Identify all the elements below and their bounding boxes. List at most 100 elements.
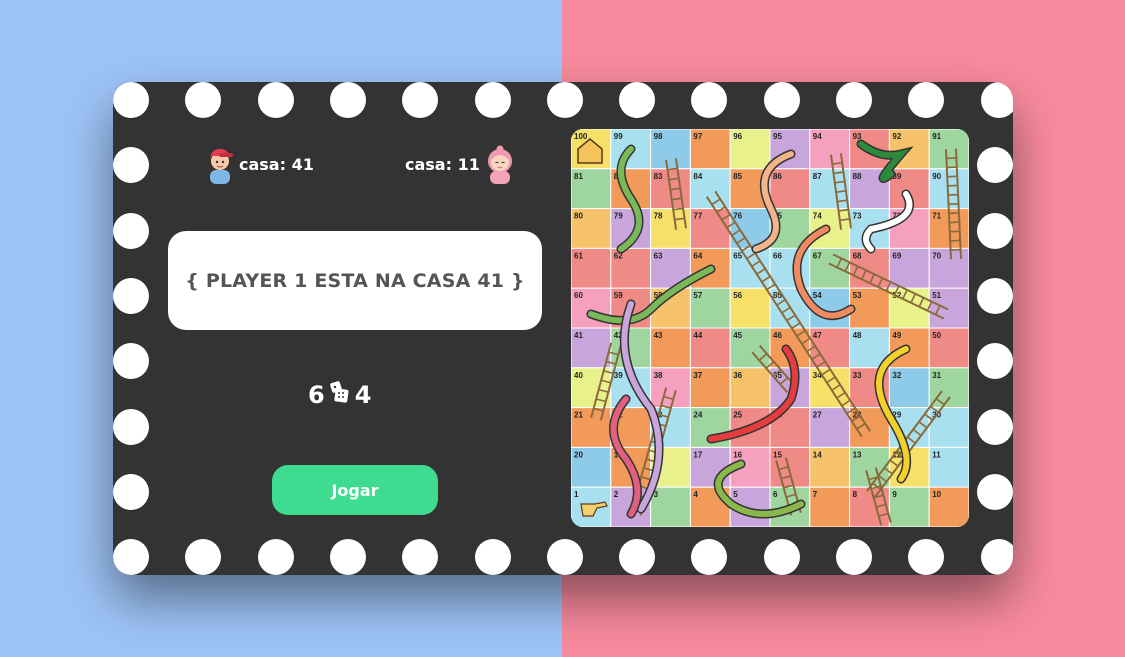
board-cell-number: 84 (693, 172, 702, 181)
board-cell-number: 86 (773, 172, 782, 181)
board-cell-number: 83 (654, 172, 663, 181)
border-dot (185, 82, 222, 118)
dice-icon (329, 380, 351, 410)
play-button[interactable]: Jogar (272, 465, 438, 515)
board-cell-number: 76 (733, 212, 742, 221)
border-dot (977, 277, 1013, 314)
player-2-info: casa: 11 (405, 144, 514, 184)
border-dot (113, 473, 149, 510)
board-cell-number: 88 (853, 172, 862, 181)
board-cell-number: 33 (853, 371, 862, 380)
border-dot (977, 473, 1013, 510)
board-cell-number: 95 (773, 132, 782, 141)
board-cell-number: 79 (614, 212, 623, 221)
board-cell-number: 53 (853, 291, 862, 300)
border-dot (474, 82, 511, 118)
board-cell-number: 27 (813, 411, 822, 420)
board-cell-number: 8 (853, 490, 858, 499)
board-cell-number: 71 (932, 212, 941, 221)
border-dot (402, 82, 439, 118)
board-cell-number: 85 (733, 172, 742, 181)
border-dot (691, 82, 728, 118)
board-cell-number: 2 (614, 490, 619, 499)
status-message: { PLAYER 1 ESTA NA CASA 41 } (168, 231, 542, 330)
border-dot (474, 539, 511, 575)
board-cell-number: 15 (773, 450, 782, 459)
board-cell-number: 100 (574, 132, 588, 141)
border-dot (113, 539, 149, 575)
board-cell-number: 43 (654, 331, 663, 340)
board-cell-number: 70 (932, 251, 941, 260)
board-cell-number: 69 (892, 251, 901, 260)
board-cell-number: 5 (733, 490, 738, 499)
board-cell-number: 1 (574, 490, 579, 499)
border-dot (185, 539, 222, 575)
border-dot (763, 82, 800, 118)
border-dot (113, 408, 149, 445)
border-dot (113, 147, 149, 184)
border-dot (113, 277, 149, 314)
board-cell-number: 91 (932, 132, 941, 141)
board-cell-number: 16 (733, 450, 742, 459)
border-dot (113, 343, 149, 380)
board-cell-number: 31 (932, 371, 941, 380)
board-cell-number: 46 (773, 331, 782, 340)
board-cell-number: 38 (654, 371, 663, 380)
border-dot (908, 539, 945, 575)
board-cell-number: 48 (853, 331, 862, 340)
board-cell-number: 11 (932, 450, 941, 459)
board-cell-number: 81 (574, 172, 583, 181)
board-cell-number: 61 (574, 251, 583, 260)
board-cell-number: 44 (693, 331, 702, 340)
board-cell-number: 25 (733, 411, 742, 420)
board-cell-number: 10 (932, 490, 941, 499)
border-dot (908, 82, 945, 118)
border-dot (836, 539, 872, 575)
boy-avatar-icon (205, 144, 235, 184)
border-dot (977, 212, 1013, 249)
board-cell-number: 96 (733, 132, 742, 141)
board-cell-number: 40 (574, 371, 583, 380)
border-dot (257, 82, 294, 118)
board-cell-number: 36 (733, 371, 742, 380)
board-cell-number: 68 (853, 251, 862, 260)
player-1-position: casa: 41 (239, 154, 314, 174)
board-cell-number: 66 (773, 251, 782, 260)
dice-left-value: 6 (308, 381, 325, 409)
board-cell-number: 39 (614, 371, 623, 380)
board-cell-number: 51 (932, 291, 941, 300)
board-cell-number: 21 (574, 411, 583, 420)
border-dot (546, 82, 583, 118)
board-cell-number: 14 (813, 450, 822, 459)
game-board: 100 99 98 97 96 95 94 93 92 91 81 82 83 84 85 86 87 88 89 9… (571, 129, 969, 527)
board-cell-number: 24 (693, 411, 702, 420)
board-grid: 100 99 98 97 96 95 94 93 92 9181 82 83 84 85 86 87 88 89 9… (571, 129, 969, 527)
board-cell-number: 50 (932, 331, 941, 340)
border-dot (977, 147, 1013, 184)
board-cell-number: 63 (654, 251, 663, 260)
player-1-info: casa: 41 (205, 144, 314, 184)
board-cell-number: 41 (574, 331, 583, 340)
border-dot (402, 539, 439, 575)
board-cell-number: 57 (693, 291, 702, 300)
border-dot (980, 539, 1013, 575)
game-card: casa: 41 casa: 11 { PLAYER 1 ESTA NA CAS… (113, 82, 1013, 575)
board-cell-number: 20 (574, 450, 583, 459)
border-dot (329, 539, 366, 575)
board-cell-number: 45 (733, 331, 742, 340)
board-cell-number: 73 (853, 212, 862, 221)
border-dot (113, 82, 149, 118)
board-cell-number: 67 (813, 251, 822, 260)
board-cell-number: 56 (733, 291, 742, 300)
border-dot (977, 408, 1013, 445)
board-cell-number: 60 (574, 291, 583, 300)
board-cell-number: 32 (892, 371, 901, 380)
board-cell-number: 77 (693, 212, 702, 221)
border-dot (546, 539, 583, 575)
board-cell-number: 92 (892, 132, 901, 141)
girl-avatar-icon (484, 144, 514, 184)
border-dot (619, 82, 656, 118)
border-dot (763, 539, 800, 575)
board-cell-number: 78 (654, 212, 663, 221)
board-cell-number: 6 (773, 490, 778, 499)
